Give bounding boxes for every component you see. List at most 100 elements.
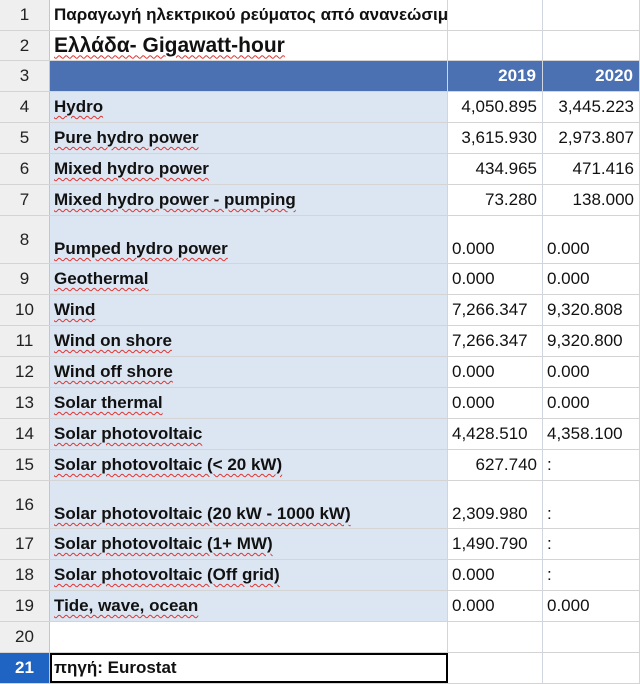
- row-header-selected[interactable]: 21: [0, 653, 50, 683]
- row-header[interactable]: 4: [0, 92, 50, 122]
- row-header[interactable]: 1: [0, 0, 50, 30]
- value-2019-cell[interactable]: 73.280: [448, 185, 543, 215]
- row-header[interactable]: 6: [0, 154, 50, 184]
- value-2019-cell[interactable]: 0.000: [448, 591, 543, 621]
- value-2020-cell[interactable]: 0.000: [543, 216, 640, 263]
- value-2020-cell[interactable]: :: [543, 529, 640, 559]
- value-2020-cell[interactable]: 471.416: [543, 154, 640, 184]
- table-row: 12 Wind off shore 0.000 0.000: [0, 357, 640, 388]
- label-cell[interactable]: Solar photovoltaic (Off grid): [50, 560, 448, 590]
- value-2020-cell[interactable]: 0.000: [543, 388, 640, 418]
- table-row: 6 Mixed hydro power 434.965 471.416: [0, 154, 640, 185]
- value-2019-cell[interactable]: 0.000: [448, 388, 543, 418]
- value-2019-cell[interactable]: 0.000: [448, 216, 543, 263]
- row-header[interactable]: 17: [0, 529, 50, 559]
- label-cell[interactable]: Wind on shore: [50, 326, 448, 356]
- value-2020-cell[interactable]: 0.000: [543, 591, 640, 621]
- header-blank-cell[interactable]: [50, 61, 448, 91]
- value-2020-cell[interactable]: 9,320.800: [543, 326, 640, 356]
- empty-cell[interactable]: [543, 31, 640, 60]
- table-row: 7 Mixed hydro power - pumping 73.280 138…: [0, 185, 640, 216]
- value-2019-cell[interactable]: 0.000: [448, 357, 543, 387]
- empty-cell[interactable]: [50, 622, 448, 652]
- value-2020-cell[interactable]: 9,320.808: [543, 295, 640, 325]
- label-cell[interactable]: Solar photovoltaic (20 kW - 1000 kW): [50, 481, 448, 528]
- label-cell[interactable]: Mixed hydro power - pumping: [50, 185, 448, 215]
- year-2019-header[interactable]: 2019: [448, 61, 543, 91]
- value-2020-cell[interactable]: :: [543, 481, 640, 528]
- label-cell[interactable]: Solar photovoltaic (< 20 kW): [50, 450, 448, 480]
- label-cell[interactable]: Geothermal: [50, 264, 448, 294]
- empty-cell[interactable]: [543, 622, 640, 652]
- table-row: 11 Wind on shore 7,266.347 9,320.800: [0, 326, 640, 357]
- row-header[interactable]: 19: [0, 591, 50, 621]
- row-header[interactable]: 12: [0, 357, 50, 387]
- row-header[interactable]: 16: [0, 481, 50, 528]
- label-text: Tide, wave, ocean: [54, 596, 199, 615]
- value-2020-cell[interactable]: 138.000: [543, 185, 640, 215]
- sheet-row: 1 Παραγωγή ηλεκτρικού ρεύματος από ανανε…: [0, 0, 640, 31]
- year-2020-header[interactable]: 2020: [543, 61, 640, 91]
- value-2019-cell[interactable]: 0.000: [448, 560, 543, 590]
- sheet-row: 21 πηγή: Eurostat: [0, 653, 640, 684]
- value-2020-cell[interactable]: :: [543, 450, 640, 480]
- label-cell[interactable]: Mixed hydro power: [50, 154, 448, 184]
- label-text: Geothermal: [54, 269, 149, 288]
- value-2020-cell[interactable]: 4,358.100: [543, 419, 640, 449]
- empty-cell[interactable]: [543, 0, 640, 30]
- label-cell[interactable]: Wind: [50, 295, 448, 325]
- row-header[interactable]: 5: [0, 123, 50, 153]
- value-2019-cell[interactable]: 4,050.895: [448, 92, 543, 122]
- value-2020-cell[interactable]: 3,445.223: [543, 92, 640, 122]
- spreadsheet: 1 Παραγωγή ηλεκτρικού ρεύματος από ανανε…: [0, 0, 640, 684]
- row-header[interactable]: 13: [0, 388, 50, 418]
- value-2019-cell[interactable]: 7,266.347: [448, 295, 543, 325]
- source-cell-selected[interactable]: πηγή: Eurostat: [50, 653, 448, 683]
- empty-cell[interactable]: [543, 653, 640, 683]
- value-2019-cell[interactable]: 2,309.980: [448, 481, 543, 528]
- label-text: Wind off shore: [54, 362, 173, 381]
- empty-cell[interactable]: [448, 653, 543, 683]
- label-cell[interactable]: Solar photovoltaic (1+ MW): [50, 529, 448, 559]
- table-row: 15 Solar photovoltaic (< 20 kW) 627.740 …: [0, 450, 640, 481]
- label-text: Hydro: [54, 97, 104, 116]
- empty-cell[interactable]: [448, 0, 543, 30]
- value-2019-cell[interactable]: 434.965: [448, 154, 543, 184]
- row-header[interactable]: 20: [0, 622, 50, 652]
- value-2020-cell[interactable]: 0.000: [543, 264, 640, 294]
- row-header[interactable]: 10: [0, 295, 50, 325]
- value-2019-cell[interactable]: 7,266.347: [448, 326, 543, 356]
- value-2019-cell[interactable]: 0.000: [448, 264, 543, 294]
- value-2020-cell[interactable]: 2,973.807: [543, 123, 640, 153]
- value-2020-cell[interactable]: :: [543, 560, 640, 590]
- label-text: Pumped hydro power: [54, 239, 228, 258]
- subtitle-cell[interactable]: Ελλάδα- Gigawatt-hour: [50, 31, 448, 60]
- value-2019-cell[interactable]: 3,615.930: [448, 123, 543, 153]
- value-2019-cell[interactable]: 1,490.790: [448, 529, 543, 559]
- empty-cell[interactable]: [448, 622, 543, 652]
- empty-cell[interactable]: [448, 31, 543, 60]
- table-row: 19 Tide, wave, ocean 0.000 0.000: [0, 591, 640, 622]
- label-cell[interactable]: Pumped hydro power: [50, 216, 448, 263]
- row-header[interactable]: 15: [0, 450, 50, 480]
- label-cell[interactable]: Solar photovoltaic: [50, 419, 448, 449]
- label-cell[interactable]: Pure hydro power: [50, 123, 448, 153]
- row-header[interactable]: 9: [0, 264, 50, 294]
- row-header[interactable]: 8: [0, 216, 50, 263]
- row-header[interactable]: 7: [0, 185, 50, 215]
- label-cell[interactable]: Solar thermal: [50, 388, 448, 418]
- value-2019-cell[interactable]: 627.740: [448, 450, 543, 480]
- title-cell[interactable]: Παραγωγή ηλεκτρικού ρεύματος από ανανεώσ…: [50, 0, 448, 30]
- label-cell[interactable]: Hydro: [50, 92, 448, 122]
- row-header[interactable]: 14: [0, 419, 50, 449]
- row-header[interactable]: 11: [0, 326, 50, 356]
- label-text: Mixed hydro power: [54, 159, 209, 178]
- row-header[interactable]: 3: [0, 61, 50, 91]
- label-cell[interactable]: Tide, wave, ocean: [50, 591, 448, 621]
- value-2020-cell[interactable]: 0.000: [543, 357, 640, 387]
- row-header[interactable]: 2: [0, 31, 50, 60]
- value-2019-cell[interactable]: 4,428.510: [448, 419, 543, 449]
- label-cell[interactable]: Wind off shore: [50, 357, 448, 387]
- row-header[interactable]: 18: [0, 560, 50, 590]
- sheet-row: 2 Ελλάδα- Gigawatt-hour: [0, 31, 640, 61]
